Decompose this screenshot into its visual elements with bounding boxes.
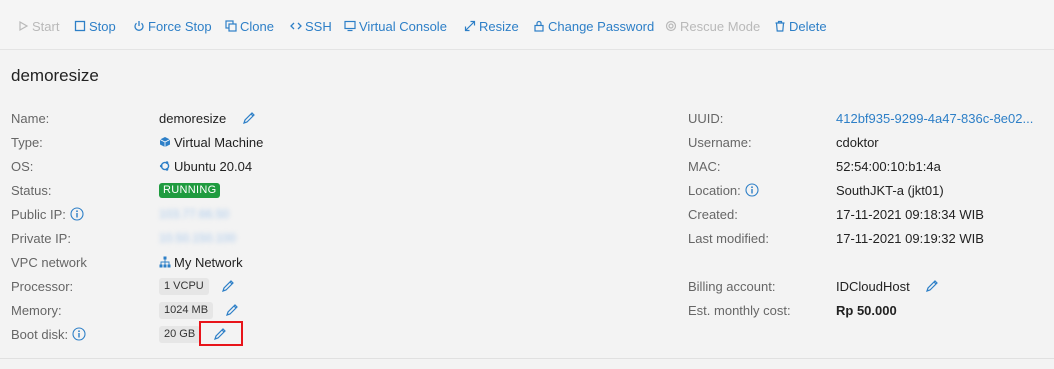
monitor-icon <box>344 20 356 32</box>
status-badge: RUNNING <box>159 182 221 198</box>
resize-button[interactable]: Resize <box>464 17 519 35</box>
network-icon <box>159 256 171 268</box>
mac-label: MAC: <box>688 158 721 174</box>
info-icon[interactable] <box>72 327 86 341</box>
processor-value-row: 1 VCPU <box>159 276 235 296</box>
username-value: cdoktor <box>836 134 879 150</box>
force-stop-button[interactable]: Force Stop <box>133 17 212 35</box>
name-value-row: demoresize <box>159 108 256 128</box>
boot-disk-label: Boot disk: <box>11 327 86 342</box>
info-icon[interactable] <box>745 183 759 197</box>
os-value: Ubuntu 20.04 <box>174 158 253 174</box>
edit-memory-pencil-icon[interactable] <box>225 303 239 317</box>
start-button[interactable]: Start <box>17 17 59 35</box>
name-label-row: Name: <box>11 108 49 128</box>
memory-chip: 1024 MB <box>159 301 214 319</box>
last-modified-label: Last modified: <box>688 230 769 246</box>
private-ip-label: Private IP: <box>11 230 71 246</box>
mac-value: 52:54:00:10:b1:4a <box>836 158 941 174</box>
vpc-value-row: My Network <box>159 252 243 272</box>
username-label: Username: <box>688 134 752 150</box>
os-value-row: Ubuntu 20.04 <box>159 156 252 176</box>
memory-label: Memory: <box>11 302 62 318</box>
public-ip-label: Public IP: <box>11 207 84 222</box>
divider <box>0 358 1054 359</box>
stop-button[interactable]: Stop <box>74 17 116 35</box>
change-password-button[interactable]: Change Password <box>533 17 654 35</box>
power-icon <box>134 21 144 31</box>
private-ip-value: 10.50.150.100 <box>159 231 236 245</box>
stop-icon <box>74 20 86 32</box>
uuid-link[interactable]: 412bf935-9299-4a47-836c-8e02... <box>836 111 1033 126</box>
edit-billing-pencil-icon[interactable] <box>925 279 939 293</box>
ubuntu-icon <box>159 161 170 171</box>
info-icon[interactable] <box>70 207 84 221</box>
name-label: Name: <box>11 110 50 126</box>
processor-label: Processor: <box>11 278 74 294</box>
vpc-network-label: VPC network <box>11 254 87 270</box>
os-label: OS: <box>11 158 34 174</box>
trash-icon <box>775 20 785 32</box>
lock-icon <box>534 20 544 32</box>
processor-chip: 1 VCPU <box>159 277 209 295</box>
type-value: Virtual Machine <box>174 134 264 150</box>
lifebuoy-icon <box>665 20 677 32</box>
last-modified-value: 17-11-2021 09:19:32 WIB <box>836 230 984 246</box>
rescue-mode-button[interactable]: Rescue Mode <box>665 17 760 35</box>
page-title: demoresize <box>11 66 99 85</box>
boot-disk-chip: 20 GB <box>159 325 201 343</box>
highlight-box <box>199 321 243 346</box>
edit-processor-pencil-icon[interactable] <box>221 279 235 293</box>
monthly-cost-value: Rp 50.000 <box>836 302 897 318</box>
memory-value-row: 1024 MB <box>159 300 239 320</box>
ssh-button[interactable]: SSH <box>290 17 332 35</box>
billing-account-value: IDCloudHost <box>836 278 910 294</box>
created-label: Created: <box>688 206 738 222</box>
resize-icon <box>464 20 476 32</box>
code-icon <box>290 22 302 30</box>
status-label: Status: <box>11 182 52 198</box>
location-value: SouthJKT-a (jkt01) <box>836 182 944 198</box>
name-value: demoresize <box>159 110 227 126</box>
type-label: Type: <box>11 134 43 150</box>
vpc-network-value: My Network <box>174 254 243 270</box>
cube-icon <box>159 137 171 147</box>
delete-button[interactable]: Delete <box>774 17 827 35</box>
location-label: Location: <box>688 183 759 198</box>
edit-name-pencil-icon[interactable] <box>242 111 256 125</box>
type-value-row: Virtual Machine <box>159 132 263 152</box>
created-value: 17-11-2021 09:18:34 WIB <box>836 206 984 222</box>
clone-icon <box>225 20 237 32</box>
uuid-label: UUID: <box>688 110 724 126</box>
public-ip-value: 103.77.66.50 <box>159 207 230 221</box>
billing-value-row: IDCloudHost <box>836 276 939 296</box>
virtual-console-button[interactable]: Virtual Console <box>344 17 447 35</box>
clone-button[interactable]: Clone <box>225 17 274 35</box>
billing-account-label: Billing account: <box>688 278 776 294</box>
play-icon <box>19 20 29 32</box>
monthly-cost-label: Est. monthly cost: <box>688 302 791 318</box>
action-toolbar: Start Stop Force Stop Clone SSH Virtual … <box>0 0 1054 50</box>
